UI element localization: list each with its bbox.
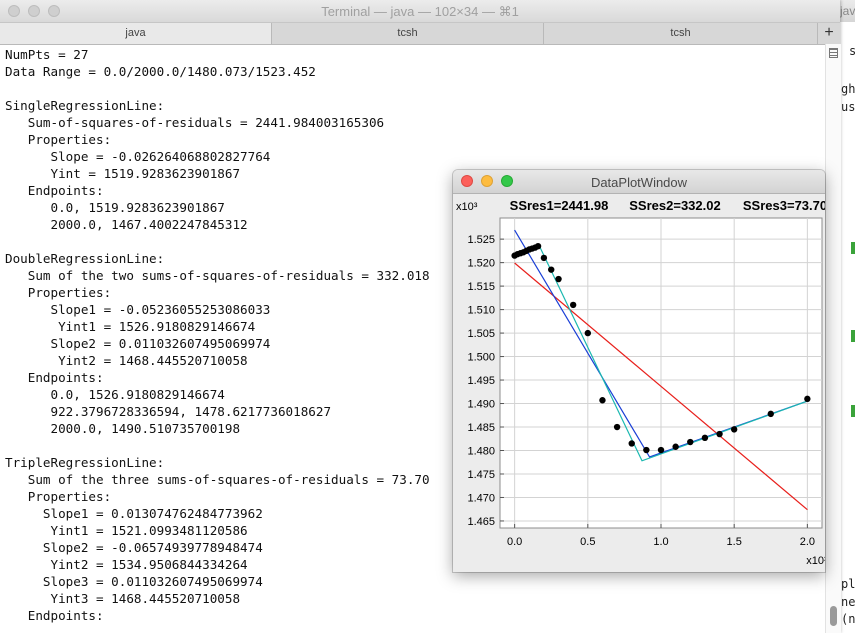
terminal-titlebar[interactable]: Terminal — java — 102×34 — ⌘1 bbox=[0, 0, 840, 23]
y-tick-label: 1.520 bbox=[467, 258, 495, 270]
terminal-line: Properties: bbox=[5, 132, 112, 147]
terminal-line: SingleRegressionLine: bbox=[5, 98, 165, 113]
data-point bbox=[599, 397, 606, 404]
data-point bbox=[730, 426, 738, 433]
terminal-line: Endpoints: bbox=[5, 608, 104, 623]
background-window-marker bbox=[851, 330, 855, 342]
y-tick-label: 1.515 bbox=[467, 281, 495, 293]
background-window-marker bbox=[851, 242, 855, 254]
tab-java[interactable]: java bbox=[0, 23, 272, 44]
background-window-line: gh bbox=[841, 82, 855, 96]
split-pane-icon[interactable] bbox=[829, 48, 838, 58]
ssres-label-2: SSres2=332.02 bbox=[629, 198, 720, 213]
background-window-marker bbox=[851, 405, 855, 417]
x-exponent-label: x10³ bbox=[806, 555, 825, 567]
background-window-line: s bbox=[849, 44, 855, 58]
data-point bbox=[701, 434, 709, 442]
y-tick-label: 1.510 bbox=[467, 305, 495, 317]
background-window-line: (n bbox=[841, 612, 855, 626]
y-exponent-label: x10³ bbox=[456, 201, 478, 213]
ssres-label-1: SSres1=2441.98 bbox=[510, 198, 609, 213]
terminal-line: NumPts = 27 bbox=[5, 47, 89, 62]
y-tick-label: 1.475 bbox=[467, 469, 495, 481]
data-point bbox=[687, 438, 694, 446]
window-title: Terminal — java — 102×34 — ⌘1 bbox=[321, 4, 519, 19]
y-tick-label: 1.485 bbox=[467, 422, 495, 434]
data-point bbox=[716, 430, 723, 438]
x-tick-label: 0.5 bbox=[580, 536, 595, 548]
data-point bbox=[540, 254, 548, 262]
y-tick-label: 1.525 bbox=[467, 234, 495, 246]
new-tab-button[interactable]: + bbox=[818, 23, 840, 44]
data-point bbox=[569, 301, 577, 309]
y-tick-label: 1.465 bbox=[467, 516, 495, 528]
data-point bbox=[555, 275, 562, 283]
data-point bbox=[767, 410, 774, 418]
tab-tcsh-1[interactable]: tcsh bbox=[272, 23, 544, 44]
terminal-line: Yint3 = 1468.445520710058 bbox=[5, 591, 241, 606]
regression-chart: SSres1=2441.98 SSres2=332.02 SSres3=73.70 x… bbox=[456, 198, 825, 567]
tab-bar: java tcsh tcsh + bbox=[0, 23, 840, 45]
ssres-label-3: SSres3=73.70 bbox=[743, 198, 825, 213]
y-tick-label: 1.470 bbox=[467, 492, 495, 504]
data-point bbox=[643, 446, 650, 454]
data-point bbox=[628, 440, 635, 447]
background-window-line: us bbox=[841, 100, 855, 114]
plot-window-title: DataPlotWindow bbox=[590, 175, 688, 190]
background-window-line: ne bbox=[841, 595, 855, 609]
y-tick-label: 1.500 bbox=[467, 352, 495, 364]
y-tick-label: 1.495 bbox=[467, 375, 495, 387]
terminal-line: Sum-of-squares-of-residuals = 2441.98400… bbox=[5, 115, 385, 130]
data-point bbox=[657, 446, 665, 454]
data-plot-window: DataPlotWindow SSres1=2441.98 SSres2=332.… bbox=[453, 170, 825, 572]
data-point bbox=[584, 329, 592, 337]
vertical-scrollbar[interactable] bbox=[825, 44, 841, 633]
background-window-line: pl bbox=[841, 577, 855, 591]
data-point bbox=[548, 266, 555, 273]
x-tick-label: 1.0 bbox=[653, 536, 668, 548]
terminal-line: Slope = -0.026264068802827764 bbox=[5, 149, 271, 164]
y-tick-label: 1.505 bbox=[467, 328, 495, 340]
data-point bbox=[534, 242, 542, 250]
terminal-line: Slope3 = 0.011032607495069974 bbox=[5, 574, 263, 589]
y-tick-label: 1.490 bbox=[467, 399, 495, 411]
y-tick-label: 1.480 bbox=[467, 446, 495, 458]
plot-titlebar[interactable]: DataPlotWindow bbox=[453, 170, 825, 194]
scrollbar-thumb[interactable] bbox=[830, 606, 837, 626]
tab-tcsh-2[interactable]: tcsh bbox=[544, 23, 818, 44]
data-point bbox=[613, 423, 621, 431]
x-tick-label: 0.0 bbox=[507, 536, 522, 548]
data-point bbox=[804, 395, 811, 403]
x-tick-label: 1.5 bbox=[727, 536, 742, 548]
data-point bbox=[672, 443, 679, 450]
terminal-line: Data Range = 0.0/2000.0/1480.073/1523.45… bbox=[5, 64, 316, 79]
x-tick-label: 2.0 bbox=[800, 536, 815, 548]
